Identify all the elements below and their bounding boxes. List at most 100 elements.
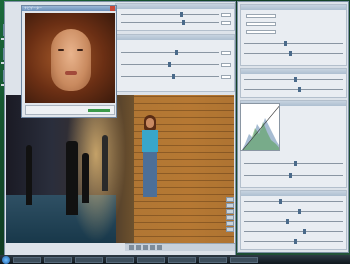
slider-knob[interactable] [288, 173, 292, 178]
slider-track[interactable] [244, 77, 343, 82]
slider-track[interactable] [244, 87, 343, 92]
slider-row[interactable] [244, 239, 343, 244]
close-icon[interactable] [110, 6, 115, 11]
tool-button[interactable] [226, 227, 234, 232]
photo-woman [138, 115, 162, 197]
toolbar-button[interactable] [143, 245, 148, 250]
slider-track[interactable] [244, 51, 343, 56]
zoom-slider[interactable] [88, 109, 110, 112]
slider-track[interactable] [121, 74, 219, 79]
dropdown[interactable] [246, 29, 276, 34]
panel-header [116, 35, 234, 40]
slider-knob[interactable] [293, 77, 297, 82]
slider-knob[interactable] [285, 219, 289, 224]
slider-track[interactable] [244, 209, 343, 214]
slider-knob[interactable] [298, 87, 302, 92]
panel-header [241, 5, 346, 10]
panel-header [241, 69, 346, 74]
photo-figure [82, 153, 89, 203]
slider-track[interactable] [121, 20, 219, 25]
start-button[interactable] [2, 255, 10, 264]
tool-button[interactable] [226, 215, 234, 220]
slider-knob[interactable] [298, 209, 302, 214]
taskbar-item[interactable] [106, 256, 134, 263]
photo-figure [26, 145, 32, 205]
taskbar-item[interactable] [75, 256, 103, 263]
slider-row[interactable] [119, 12, 231, 17]
value-field[interactable] [221, 50, 231, 55]
taskbar-item[interactable] [137, 256, 165, 263]
option-row[interactable] [244, 21, 343, 26]
value-field[interactable] [221, 12, 231, 17]
slider-row[interactable] [119, 20, 231, 25]
tool-button[interactable] [226, 209, 234, 214]
panel-header [116, 4, 234, 9]
option-row[interactable] [244, 29, 343, 34]
navigator-preview[interactable] [25, 13, 115, 103]
preview-lips [65, 71, 77, 75]
slider-track[interactable] [244, 161, 343, 166]
toolbar-button[interactable] [157, 245, 162, 250]
slider-row[interactable] [244, 209, 343, 214]
panel-header [241, 191, 346, 196]
value-field[interactable] [221, 62, 231, 67]
slider-row[interactable] [244, 77, 343, 82]
slider-knob[interactable] [288, 51, 292, 56]
slider-row[interactable] [119, 50, 231, 55]
photo-woman-face [146, 118, 154, 128]
slider-track[interactable] [244, 199, 343, 204]
slider-track[interactable] [244, 41, 343, 46]
slider-knob[interactable] [278, 199, 282, 204]
photo-figure [102, 135, 108, 191]
photo-woman-jeans [143, 152, 157, 197]
slider-row[interactable] [119, 62, 231, 67]
slider-row[interactable] [244, 229, 343, 234]
settings-panel [240, 4, 347, 66]
value-field[interactable] [221, 20, 231, 25]
slider-row[interactable] [244, 51, 343, 56]
slider-row[interactable] [244, 219, 343, 224]
display-settings-panel [115, 3, 235, 31]
taskbar-item[interactable] [199, 256, 227, 263]
slider-track[interactable] [244, 229, 343, 234]
tool-button[interactable] [226, 197, 234, 202]
tool-button[interactable] [226, 221, 234, 226]
dropdown[interactable] [246, 21, 276, 26]
slider-row[interactable] [244, 87, 343, 92]
slider-row[interactable] [244, 161, 343, 166]
taskbar-item[interactable] [13, 256, 41, 263]
taskbar-item[interactable] [230, 256, 258, 263]
slider-row[interactable] [244, 41, 343, 46]
slider-knob[interactable] [181, 20, 185, 25]
histogram [240, 103, 280, 151]
histogram-graph [242, 105, 279, 150]
slider-track[interactable] [121, 12, 219, 17]
slider-knob[interactable] [179, 12, 183, 17]
slider-track[interactable] [121, 62, 219, 67]
toolbar-button[interactable] [136, 245, 141, 250]
toolbar-button[interactable] [129, 245, 134, 250]
slider-row[interactable] [244, 173, 343, 178]
slider-knob[interactable] [171, 74, 175, 79]
slider-row[interactable] [119, 74, 231, 79]
value-field[interactable] [221, 74, 231, 79]
taskbar-item[interactable] [44, 256, 72, 263]
slider-knob[interactable] [303, 229, 307, 234]
slider-knob[interactable] [293, 239, 297, 244]
slider-track[interactable] [121, 50, 219, 55]
taskbar-item[interactable] [168, 256, 196, 263]
slider-knob[interactable] [174, 50, 178, 55]
option-row[interactable] [119, 43, 231, 48]
navigator-window[interactable]: ナビゲーター [21, 5, 117, 118]
dropdown[interactable] [246, 13, 276, 18]
tool-button[interactable] [226, 203, 234, 208]
toolbar-button[interactable] [150, 245, 155, 250]
slider-track[interactable] [244, 219, 343, 224]
option-row[interactable] [244, 13, 343, 18]
slider-row[interactable] [244, 199, 343, 204]
slider-knob[interactable] [293, 161, 297, 166]
slider-track[interactable] [244, 239, 343, 244]
slider-knob[interactable] [168, 62, 172, 67]
slider-knob[interactable] [283, 41, 287, 46]
slider-track[interactable] [244, 173, 343, 178]
